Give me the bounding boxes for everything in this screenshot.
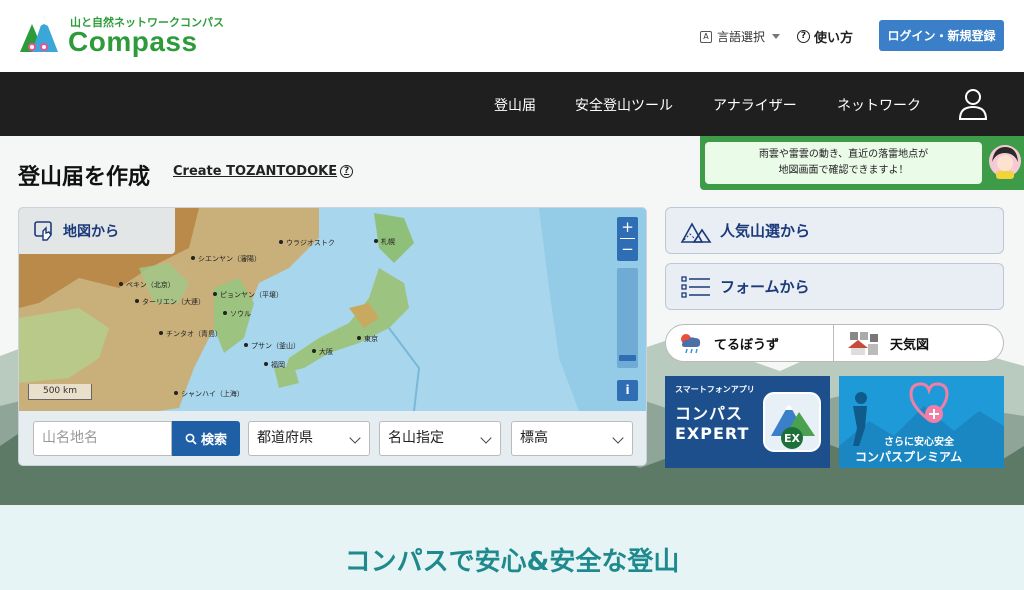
weather-map-icon [848,332,878,355]
mountain-select-label: 名山指定 [388,430,444,446]
logo-name: Compass [68,26,198,57]
prefecture-select[interactable]: 都道府県 [248,421,370,456]
map-place-label: 札幌 [374,237,395,247]
zoom-in-button[interactable]: + [617,217,638,239]
map-place-label: シエンヤン（瀋陽） [191,254,261,264]
map-place-label: チンタオ（青島） [159,329,222,339]
expert-banner-line2: EXPERT [675,424,750,443]
popular-mountains-label: 人気山選から [720,222,811,240]
expert-banner-small: スマートフォンアプリ [675,385,755,394]
create-link-label: Create TOZANTODOKE [173,164,338,179]
weather-map-button[interactable]: 天気図 [834,324,1004,362]
map-place-label: 福岡 [264,360,285,370]
list-form-icon [681,275,710,298]
zoom-slider-track[interactable] [617,268,638,368]
language-icon: A [700,30,712,43]
terubozu-label: てるぼうず [714,337,780,353]
map-search-card: ウラジオストク 札幌 シエンヤン（瀋陽） ペキン（北京） ターリエン（大連） ピ… [18,207,647,466]
altitude-select-label: 標高 [520,430,548,446]
main-nav: 登山届 安全登山ツール アナライザー ネットワーク [0,72,1024,136]
search-input[interactable]: 山名地名 [33,421,172,456]
expert-app-icon: EX [763,392,821,452]
rain-cloud-icon [681,334,701,354]
compass-premium-banner[interactable]: さらに安心安全 コンパスプレミアム [839,376,1004,468]
page-title: 登山届を作成 [18,165,151,190]
howto-link[interactable]: ? 使い方 [797,27,853,46]
form-input-label: フォームから [720,278,810,296]
form-input-button[interactable]: フォームから [665,263,1004,310]
intro-section: コンパスで安心&安全な登山 [0,505,1024,590]
question-icon: ? [797,30,810,43]
nav-item-tozantodoke[interactable]: 登山届 [494,95,536,115]
caret-down-icon [772,34,781,39]
notice-line-1: 雨雲や雷雲の動き、直近の落雷地点が [758,149,929,160]
notice-bubble: 雨雲や雷雲の動き、直近の落雷地点が 地図画面で確認できますよ！ [705,142,982,184]
map-place-label: ピョンヤン（平壌） [213,290,283,300]
nav-item-network[interactable]: ネットワーク [837,95,921,115]
chevron-down-icon [349,432,361,444]
compass-logo[interactable]: 山と自然ネットワークコンパス Compass [18,12,224,62]
map-place-label: 東京 [357,334,378,344]
map-info-button[interactable]: i [617,380,638,401]
intro-headline: コンパスで安心&安全な登山 [344,547,680,577]
user-icon[interactable] [958,87,988,121]
search-icon [185,433,197,445]
terubozu-button[interactable]: てるぼうず [665,324,834,362]
nav-item-analyzer[interactable]: アナライザー [713,95,797,115]
lightning-notice[interactable]: 雨雲や雷雲の動き、直近の落雷地点が 地図画面で確認できますよ！ [700,136,1024,190]
weather-map-label: 天気図 [890,337,930,353]
map-mode-tab[interactable]: 地図から [19,208,175,254]
map-place-label: 大阪 [312,347,333,357]
nav-item-safety-tools[interactable]: 安全登山ツール [575,95,673,115]
premium-banner-line2: コンパスプレミアム [855,450,963,464]
search-button-label: 検索 [200,433,227,448]
zoom-out-button[interactable]: − [617,239,638,261]
mountain-select[interactable]: 名山指定 [379,421,501,456]
create-tozantodoke-link[interactable]: Create TOZANTODOKE ? [173,164,354,179]
mountain-logo-icon [20,16,58,52]
language-label: 言語選択 [717,30,766,44]
map-hand-icon [34,221,52,241]
map-place-label: シャンハイ（上海） [174,389,244,399]
map-scale-bar: 500 km [28,384,92,400]
map-place-label: プサン（釜山） [244,341,300,351]
prefecture-select-label: 都道府県 [257,430,313,446]
chevron-down-icon [480,432,492,444]
expert-badge-text: EX [784,432,801,445]
hero-section: 雨雲や雷雲の動き、直近の落雷地点が 地図画面で確認できますよ！ 登山届を作成 C… [0,136,1024,505]
zoom-control: + − [617,217,638,261]
compass-expert-banner[interactable]: スマートフォンアプリ コンパス EXPERT EX [665,376,830,468]
mountain-icon [680,221,712,243]
altitude-select[interactable]: 標高 [511,421,633,456]
notice-line-2: 地図画面で確認できますよ！ [778,165,909,176]
zoom-divider [620,238,635,239]
howto-label: 使い方 [814,31,854,46]
guide-avatar-icon [989,145,1021,179]
chevron-down-icon [612,432,624,444]
site-header: 山と自然ネットワークコンパス Compass A 言語選択 ? 使い方 ログイン… [0,0,1024,72]
login-register-button[interactable]: ログイン・新規登録 [879,20,1004,51]
map-tab-label: 地図から [63,224,119,240]
help-icon[interactable]: ? [340,165,354,178]
search-button[interactable]: 検索 [172,421,240,456]
expert-banner-line1: コンパス [675,404,744,423]
zoom-slider-handle[interactable] [619,355,636,361]
language-selector[interactable]: A 言語選択 [700,28,781,45]
map-view[interactable]: ウラジオストク 札幌 シエンヤン（瀋陽） ペキン（北京） ターリエン（大連） ピ… [19,208,646,411]
popular-mountains-button[interactable]: 人気山選から [665,207,1004,254]
map-place-label: ソウル [223,309,251,319]
map-place-label: ターリエン（大連） [135,297,205,307]
premium-banner-line1: さらに安心安全 [884,437,954,448]
map-place-label: ウラジオストク [279,238,335,248]
map-place-label: ペキン（北京） [119,280,175,290]
